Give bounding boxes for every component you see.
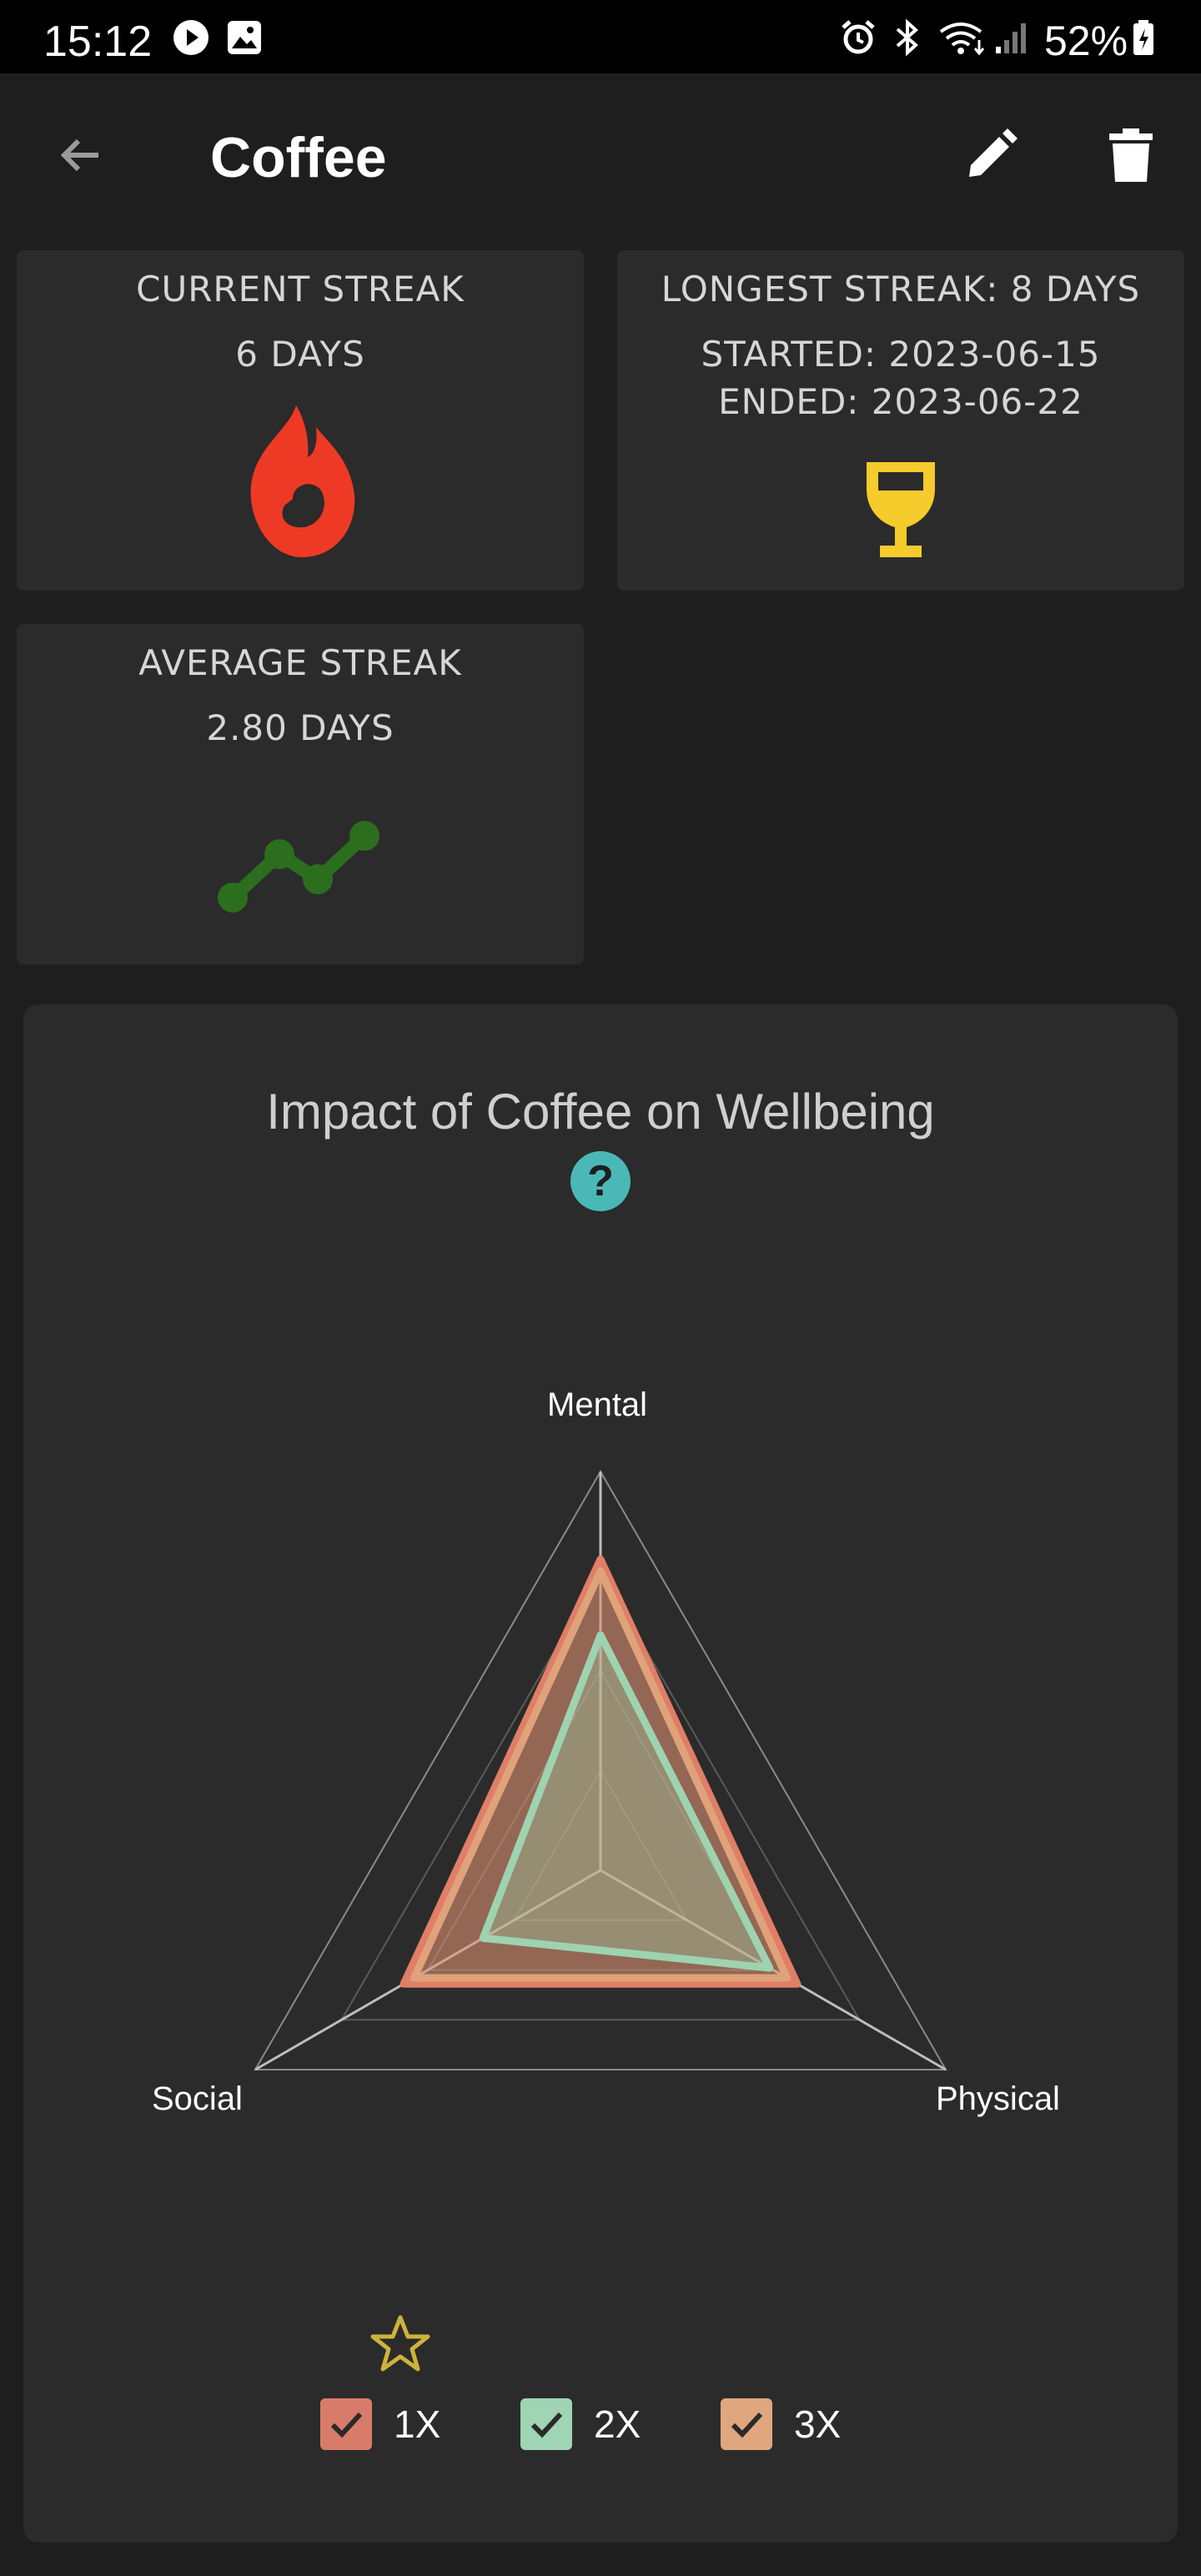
axis-label-physical: Physical [936, 2080, 1060, 2117]
trash-icon [1104, 125, 1158, 189]
checkbox-1x[interactable] [320, 2398, 372, 2450]
axis-label-mental: Mental [547, 1386, 648, 1423]
trophy-icon [863, 459, 938, 564]
legend-label-2x: 2X [594, 2402, 641, 2446]
longest-streak-started: STARTED: 2023-06-15 [701, 334, 1101, 375]
question-icon: ? [587, 1157, 614, 1205]
flame-icon [238, 402, 363, 564]
play-icon [172, 18, 210, 61]
battery-icon [1131, 18, 1156, 61]
current-streak-card: CURRENT STREAK 6 DAYS [17, 250, 584, 591]
wifi-icon [937, 18, 987, 61]
legend-item-1x[interactable]: 1X [320, 2397, 440, 2451]
battery-percent: 52% [1044, 18, 1128, 64]
checkbox-3x[interactable] [721, 2398, 772, 2450]
chart-panel [23, 1004, 1178, 2543]
axis-label-social: Social [152, 2080, 243, 2117]
trend-icon [213, 811, 388, 923]
help-button[interactable]: ? [570, 1151, 631, 1211]
average-streak-title: AVERAGE STREAK [138, 642, 462, 683]
pencil-icon [961, 125, 1021, 189]
longest-streak-card: LONGEST STREAK: 8 DAYS STARTED: 2023-06-… [617, 250, 1184, 591]
legend-item-2x[interactable]: 2X [520, 2397, 641, 2451]
edit-button[interactable] [951, 117, 1031, 197]
status-bar: 15:12 52% [0, 0, 1201, 73]
status-time: 15:12 [43, 18, 153, 66]
longest-streak-title: LONGEST STREAK: 8 DAYS [661, 269, 1141, 309]
current-streak-value: 6 DAYS [235, 334, 365, 375]
chart-title: Impact of Coffee on Wellbeing [266, 1084, 935, 1140]
signal-icon [994, 18, 1031, 61]
star-icon[interactable] [370, 2314, 430, 2378]
current-streak-title: CURRENT STREAK [136, 269, 465, 309]
average-streak-card: AVERAGE STREAK 2.80 DAYS [17, 624, 584, 964]
page-title: Coffee [210, 126, 387, 189]
average-streak-value: 2.80 DAYS [206, 707, 394, 748]
back-button[interactable] [40, 117, 120, 197]
alarm-icon [839, 18, 877, 61]
checkbox-2x[interactable] [520, 2398, 572, 2450]
image-icon [225, 18, 264, 61]
bluetooth-icon [891, 18, 924, 61]
check-icon [530, 2412, 563, 2438]
legend-label-3x: 3X [794, 2402, 842, 2446]
longest-streak-ended: ENDED: 2023-06-22 [718, 381, 1083, 422]
arrow-left-icon [53, 128, 107, 186]
app-bar: Coffee [0, 73, 1201, 240]
check-icon [731, 2412, 763, 2438]
delete-button[interactable] [1091, 117, 1171, 197]
legend-item-3x[interactable]: 3X [721, 2397, 841, 2451]
check-icon [330, 2412, 363, 2438]
legend-label-1x: 1X [394, 2402, 441, 2446]
